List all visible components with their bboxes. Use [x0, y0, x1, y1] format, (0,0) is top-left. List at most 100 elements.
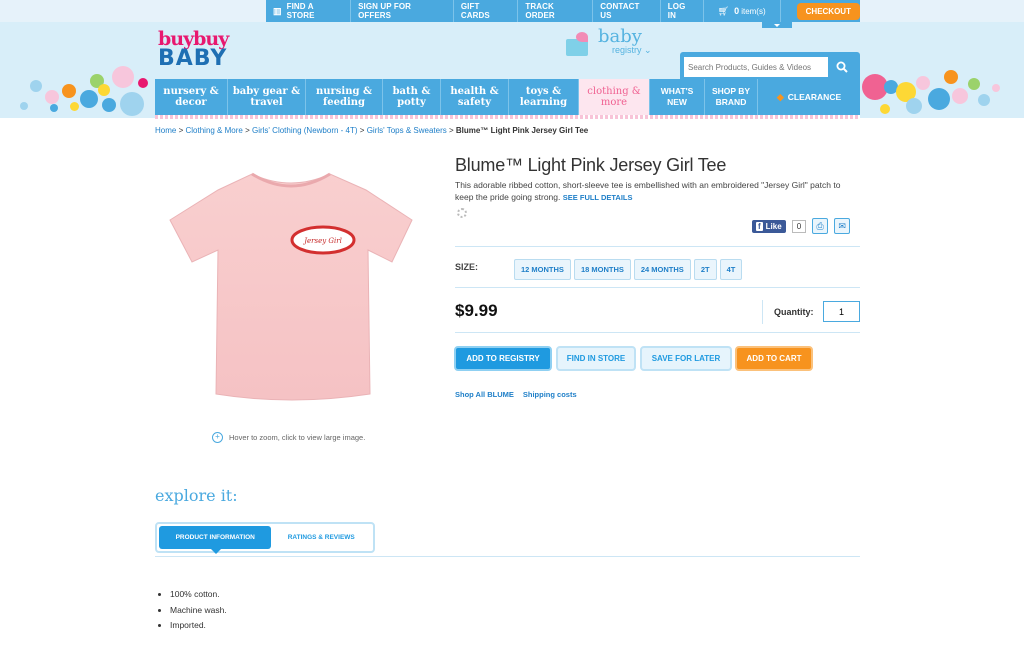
cart-link[interactable]: 🛒︎ 0 item(s): [704, 0, 781, 22]
size-4t[interactable]: 4T: [719, 259, 743, 280]
breadcrumb-girls-clothing[interactable]: Girls' Clothing (Newborn - 4T): [252, 126, 358, 135]
shipping-costs-link[interactable]: Shipping costs: [523, 390, 577, 399]
quantity-label: Quantity:: [774, 307, 814, 317]
zoom-icon: +: [212, 432, 223, 443]
decor-dot: [50, 104, 58, 112]
cart-icon: 🛒︎: [717, 5, 730, 16]
baby-registry-link[interactable]: baby registry ⌄: [564, 27, 652, 56]
product-links: Shop All BLUME Shipping costs: [455, 390, 577, 399]
nav-clothing-more[interactable]: clothing & more: [579, 79, 650, 115]
breadcrumb-clothing[interactable]: Clothing & More: [185, 126, 242, 135]
decor-dot: [968, 78, 980, 90]
breadcrumb-current: Blume™ Light Pink Jersey Girl Tee: [455, 126, 589, 135]
decor-dot: [992, 84, 1000, 92]
chevron-down-icon: ⌄: [643, 44, 652, 55]
size-18-months[interactable]: 18 MONTHS: [573, 259, 631, 280]
zoom-hint-text: Hover to zoom, click to view large image…: [229, 433, 366, 442]
email-icon[interactable]: ✉: [834, 218, 851, 234]
size-options: 12 MONTHS 18 MONTHS 24 MONTHS 2T 4T: [514, 259, 743, 280]
find-a-store-label: FIND A STORE: [286, 2, 315, 20]
decor-dot: [98, 84, 110, 96]
patch-text: Jersey Girl: [302, 237, 342, 245]
cart-count: 0: [734, 6, 740, 16]
main-nav: nursery & decor baby gear & travel nursing…: [155, 79, 860, 115]
facebook-like-label: Like: [765, 221, 782, 231]
nav-baby-gear-travel[interactable]: baby gear & travel: [228, 79, 306, 115]
cart-dropdown-tab[interactable]: [762, 22, 792, 28]
nav-whats-new[interactable]: WHAT'S NEW: [650, 79, 705, 115]
tab-product-information[interactable]: PRODUCT INFORMATION: [159, 526, 272, 554]
size-2t[interactable]: 2T: [693, 259, 717, 280]
search-icon[interactable]: [828, 56, 856, 78]
decor-dot: [880, 104, 890, 114]
signup-offers-link[interactable]: SIGN UP FOR OFFERS: [351, 0, 454, 22]
search-input[interactable]: [684, 57, 828, 77]
nav-toys-learning[interactable]: toys & learning: [509, 79, 579, 115]
decor-dot: [102, 98, 116, 112]
product-image[interactable]: Jersey Girl: [160, 162, 422, 414]
nav-nursery-decor[interactable]: nursery & decor: [155, 79, 228, 115]
divider: [455, 287, 860, 288]
share-tools: f Like 0 ⎙ ✉: [752, 218, 851, 234]
decor-dot: [928, 88, 950, 110]
decor-dot: [120, 92, 144, 116]
tab-ratings-reviews[interactable]: RATINGS & REVIEWS: [271, 526, 371, 549]
list-item: 100% cotton.: [170, 587, 227, 603]
list-item: Machine wash.: [170, 603, 227, 619]
size-24-months[interactable]: 24 MONTHS: [633, 259, 691, 280]
find-a-store-link[interactable]: ▥ FIND A STORE: [266, 0, 352, 22]
product-description: This adorable ribbed cotton, short-sleev…: [455, 180, 860, 203]
nav-health-safety[interactable]: health & safety: [441, 79, 509, 115]
add-to-registry-button[interactable]: ADD TO REGISTRY: [454, 346, 552, 371]
cart-label: item(s): [741, 6, 766, 16]
loading-spinner-icon: [457, 208, 467, 218]
gift-icon: [564, 30, 596, 56]
product-info-list: 100% cotton. Machine wash. Imported.: [170, 587, 227, 634]
decor-dot: [978, 94, 990, 106]
add-to-cart-button[interactable]: ADD TO CART: [735, 346, 813, 371]
size-12-months[interactable]: 12 MONTHS: [514, 259, 571, 280]
zoom-hint: + Hover to zoom, click to view large ima…: [212, 432, 365, 443]
product-tabs: PRODUCT INFORMATION RATINGS & REVIEWS: [155, 522, 375, 554]
nav-bath-potty[interactable]: bath & potty: [383, 79, 441, 115]
tag-icon: ◆: [776, 91, 784, 102]
log-in-link[interactable]: LOG IN: [661, 0, 704, 22]
track-order-link[interactable]: TRACK ORDER: [518, 0, 594, 22]
contact-us-link[interactable]: CONTACT US: [593, 0, 661, 22]
site-logo[interactable]: buybuy BABY: [158, 30, 229, 71]
registry-text: baby registry: [598, 27, 642, 56]
description-text: This adorable ribbed cotton, short-sleev…: [455, 180, 841, 202]
quantity-input[interactable]: [823, 301, 860, 322]
save-for-later-button[interactable]: SAVE FOR LATER: [640, 346, 732, 371]
list-item: Imported.: [170, 618, 227, 634]
top-utility-bar: ▥ FIND A STORE SIGN UP FOR OFFERS GIFT C…: [0, 0, 1024, 22]
decor-dot: [70, 102, 79, 111]
logo-line2: BABY: [158, 46, 228, 71]
see-full-details-link[interactable]: SEE FULL DETAILS: [563, 193, 633, 202]
clearance-label: CLEARANCE: [787, 91, 842, 102]
shop-all-brand-link[interactable]: Shop All BLUME: [455, 390, 514, 399]
decor-dot: [45, 90, 59, 104]
checkout-button[interactable]: CHECKOUT: [796, 2, 860, 20]
explore-heading: explore it:: [155, 486, 238, 505]
size-label: SIZE:: [455, 262, 479, 272]
find-in-store-button[interactable]: FIND IN STORE: [556, 346, 636, 371]
decor-dot: [952, 88, 968, 104]
nav-nursing-feeding[interactable]: nursing & feeding: [306, 79, 383, 115]
decor-dot: [20, 102, 28, 110]
facebook-like-count: 0: [791, 219, 807, 233]
breadcrumb-home[interactable]: Home: [155, 126, 176, 135]
decor-dot: [62, 84, 76, 98]
nav-shop-by-brand[interactable]: SHOP BY BRAND: [705, 79, 758, 115]
decor-dot: [112, 66, 134, 88]
facebook-like-button[interactable]: f Like: [752, 219, 786, 233]
gift-cards-link[interactable]: GIFT CARDS: [454, 0, 519, 22]
print-icon[interactable]: ⎙: [812, 218, 829, 234]
breadcrumb: Home > Clothing & More > Girls' Clothing…: [155, 126, 589, 135]
decor-dot: [916, 76, 930, 90]
breadcrumb-girls-tops[interactable]: Girls' Tops & Sweaters: [367, 126, 447, 135]
nav-clearance[interactable]: ◆ CLEARANCE: [758, 79, 860, 115]
nav-underline: [155, 115, 860, 119]
facebook-icon: f: [756, 221, 763, 231]
decor-dot: [30, 80, 42, 92]
